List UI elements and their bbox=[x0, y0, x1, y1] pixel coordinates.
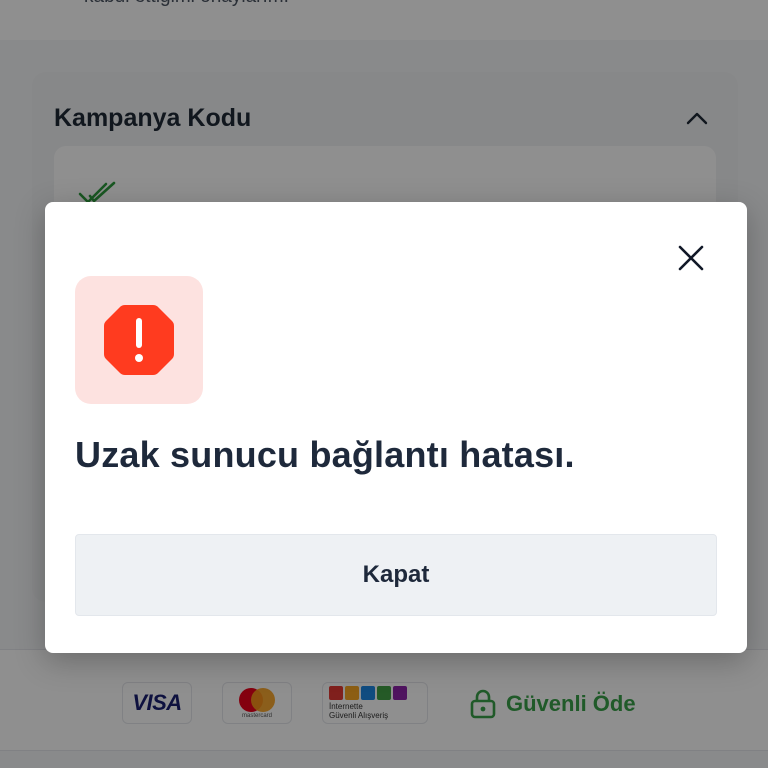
error-message: Uzak sunucu bağlantı hatası. bbox=[75, 434, 575, 475]
close-icon-button[interactable] bbox=[673, 240, 709, 276]
error-dialog: Uzak sunucu bağlantı hatası. Kapat bbox=[45, 202, 747, 653]
alert-icon-container bbox=[75, 276, 203, 404]
checkout-page: kabul ettiğimi onaylarım. Kampanya Kodu … bbox=[0, 0, 768, 768]
close-icon bbox=[678, 245, 704, 271]
octagon-exclamation-icon bbox=[104, 305, 174, 375]
close-button[interactable]: Kapat bbox=[75, 534, 717, 616]
